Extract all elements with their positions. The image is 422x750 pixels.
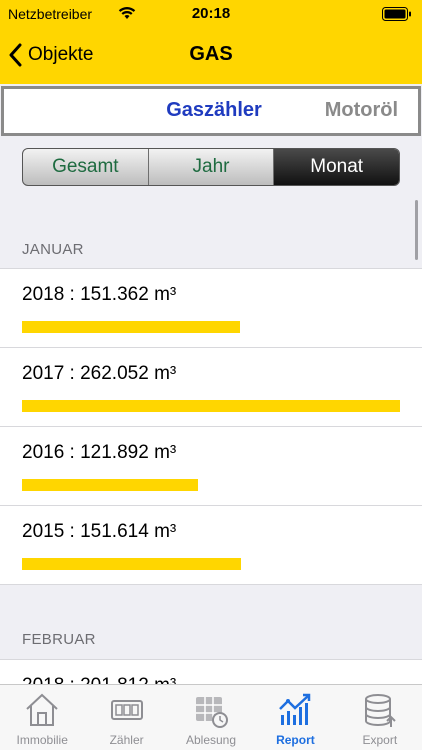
tab-gas-meter[interactable]: Gaszähler — [124, 99, 304, 122]
nav-bar: Objekte GAS — [0, 28, 422, 84]
calendar-clock-icon — [196, 697, 229, 728]
tab-export[interactable]: Export — [338, 685, 422, 750]
meter-type-selector: Gaszähler Motoröl — [1, 86, 421, 136]
section-header-january: JANUAR — [22, 241, 84, 258]
tab-immobilie[interactable]: Immobilie — [0, 685, 84, 750]
meter-icon — [110, 700, 143, 720]
tab-report[interactable]: Report — [253, 685, 337, 750]
status-time: 20:18 — [191, 5, 231, 22]
tab-bar: Immobilie Zähler Ablesung Report Export — [0, 684, 422, 750]
tab-motor-oil[interactable]: Motoröl — [325, 99, 398, 122]
list-item[interactable]: 2016 : 121.892 m³ — [0, 427, 422, 506]
header: Netzbetreiber 20:18 Objekte GAS — [0, 0, 422, 84]
section-header-february: FEBRUAR — [22, 631, 96, 648]
row-label: 2018 : 151.362 m³ — [22, 284, 177, 305]
tab-zaehler[interactable]: Zähler — [84, 685, 168, 750]
list-item[interactable]: 2015 : 151.614 m³ — [0, 506, 422, 585]
tab-ablesung[interactable]: Ablesung — [169, 685, 253, 750]
row-label: 2015 : 151.614 m³ — [22, 521, 177, 542]
status-bar: Netzbetreiber 20:18 — [0, 0, 422, 28]
battery-icon — [382, 7, 411, 21]
consumption-bar — [22, 400, 400, 412]
house-icon — [26, 693, 58, 726]
period-segmented-control: Gesamt Jahr Monat — [22, 148, 400, 186]
row-label: 2017 : 262.052 m³ — [22, 363, 177, 384]
row-label: 2016 : 121.892 m³ — [22, 442, 177, 463]
tab-label: Zähler — [109, 733, 144, 747]
tab-label: Report — [276, 733, 315, 747]
database-icon — [364, 694, 396, 727]
chart-icon — [279, 693, 311, 725]
tab-label: Immobilie — [16, 733, 68, 747]
segment-monat[interactable]: Monat — [274, 149, 399, 185]
scroll-indicator[interactable] — [415, 200, 418, 260]
consumption-bar — [22, 321, 240, 333]
list-item[interactable]: 2018 : 151.362 m³ — [0, 269, 422, 348]
consumption-bar — [22, 479, 198, 491]
segment-jahr[interactable]: Jahr — [149, 149, 275, 185]
tab-label: Export — [362, 733, 398, 747]
page-title: GAS — [189, 43, 233, 65]
tab-label: Ablesung — [185, 733, 237, 747]
segment-gesamt[interactable]: Gesamt — [23, 149, 149, 185]
list-item[interactable]: 2017 : 262.052 m³ — [0, 348, 422, 427]
consumption-bar — [22, 558, 241, 570]
